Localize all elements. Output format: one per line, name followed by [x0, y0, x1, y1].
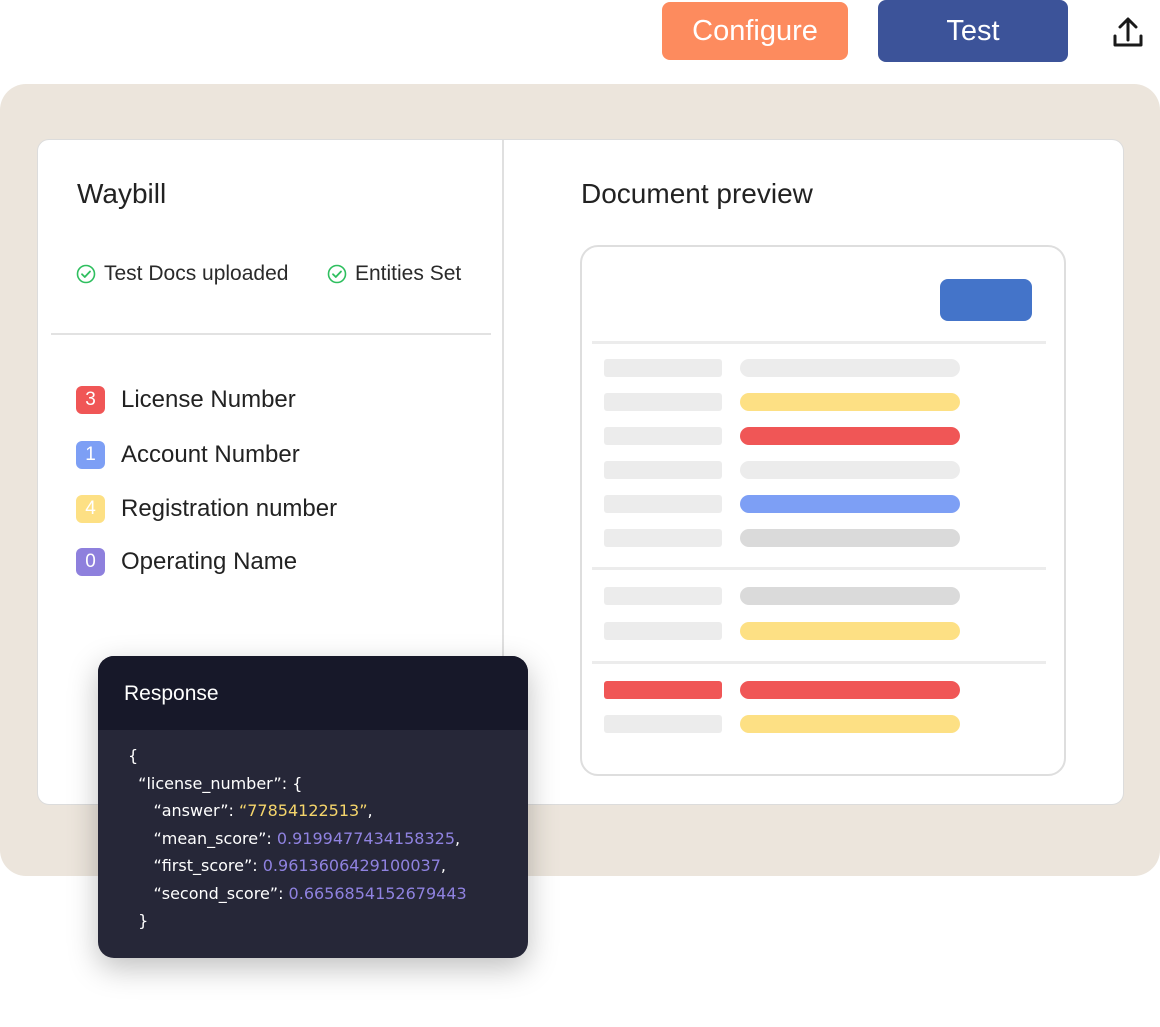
response-json: { “license_number”: { “answer”: “7785412…: [98, 730, 528, 935]
json-value-answer: “77854122513”: [238, 801, 368, 820]
preview-field-value: [740, 715, 960, 733]
preview-field-label: [604, 461, 722, 479]
preview-field-label: [604, 427, 722, 445]
preview-separator: [592, 661, 1046, 664]
entity-count-badge: 1: [76, 441, 105, 469]
response-title: Response: [98, 656, 528, 730]
preview-field-label: [604, 622, 722, 640]
preview-field-value: [740, 461, 960, 479]
entity-registration-number[interactable]: 4 Registration number: [76, 495, 337, 523]
preview-field-label: [604, 681, 722, 699]
json-key-mean: “mean_score”:: [153, 828, 277, 848]
entity-label: Account Number: [121, 441, 300, 468]
test-button[interactable]: Test: [878, 0, 1068, 62]
preview-field-value: [740, 529, 960, 547]
json-comma: ,: [367, 801, 373, 820]
entity-operating-name[interactable]: 0 Operating Name: [76, 548, 297, 576]
preview-header-block: [940, 279, 1032, 321]
preview-field-label: [604, 359, 722, 377]
status-label: Entities Set: [355, 262, 462, 285]
json-comma: ,: [455, 828, 461, 848]
upload-icon[interactable]: [1110, 14, 1146, 50]
json-key-first: “first_score”:: [153, 856, 263, 875]
configure-button[interactable]: Configure: [662, 2, 848, 60]
preview-title: Document preview: [581, 178, 813, 209]
preview-field-value: [740, 587, 960, 605]
response-panel: Response { “license_number”: { “answer”:…: [98, 656, 528, 958]
entity-label: Operating Name: [121, 548, 298, 575]
preview-field-label: [604, 529, 722, 547]
preview-field-value: [740, 427, 960, 445]
entity-count-badge: 3: [76, 386, 105, 414]
preview-field-value: [740, 359, 960, 377]
preview-field-value: [740, 393, 960, 411]
status-label: Test Docs uploaded: [104, 262, 289, 285]
preview-field-value: [740, 495, 960, 513]
json-comma: ,: [440, 856, 446, 875]
preview-field-label: [604, 715, 722, 733]
json-key-answer: “answer”:: [153, 801, 239, 820]
entity-count-badge: 4: [76, 495, 105, 523]
entity-account-number[interactable]: 1 Account Number: [76, 441, 300, 469]
preview-field-label: [604, 587, 722, 605]
preview-field-label: [604, 393, 722, 411]
entity-label: License Number: [121, 386, 296, 413]
preview-separator: [592, 341, 1046, 344]
json-key-second: “second_score”:: [153, 883, 289, 903]
json-value-second: 0.6656854152679443: [288, 883, 467, 903]
preview-field-label: [604, 495, 722, 513]
status-entities-set: Entities Set: [327, 262, 461, 286]
preview-field-value: [740, 681, 960, 699]
entity-label: Registration number: [121, 495, 338, 522]
check-circle-icon: [327, 264, 347, 284]
status-test-docs: Test Docs uploaded: [76, 262, 288, 286]
json-value-mean: 0.9199477434158325: [276, 828, 455, 848]
json-value-first: 0.9613606429100037: [262, 856, 441, 875]
document-type-title: Waybill: [77, 178, 167, 209]
check-circle-icon: [76, 264, 96, 284]
preview-separator: [592, 567, 1046, 570]
section-divider: [51, 333, 491, 335]
json-key-license: “license_number”: {: [138, 773, 303, 793]
json-close-brace: }: [138, 911, 149, 930]
entity-count-badge: 0: [76, 548, 105, 576]
json-open-brace: {: [128, 746, 139, 765]
preview-field-value: [740, 622, 960, 640]
entity-license-number[interactable]: 3 License Number: [76, 386, 296, 414]
